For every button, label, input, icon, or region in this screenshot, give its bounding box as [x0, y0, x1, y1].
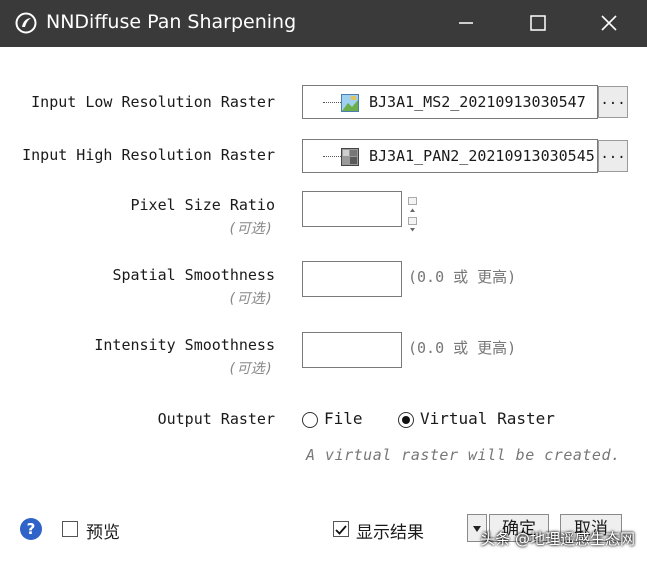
pixel-size-ratio-label: Pixel Size Ratio	[130, 196, 276, 214]
color-raster-icon	[341, 94, 359, 112]
envi-app-icon	[15, 12, 37, 34]
high-res-raster-field[interactable]: BJ3A1_PAN2_20210913030545	[302, 139, 598, 173]
dialog-body: Input Low Resolution Raster BJ3A1_MS2_20…	[0, 47, 647, 561]
intensity-smoothness-optional: (可选)	[228, 361, 273, 377]
output-virtual-raster-radio[interactable]	[398, 412, 414, 428]
low-res-raster-value: BJ3A1_MS2_20210913030547	[369, 93, 586, 111]
output-virtual-raster-label[interactable]: Virtual Raster	[420, 409, 555, 428]
tree-connector	[323, 102, 341, 103]
display-result-label[interactable]: 显示结果	[356, 518, 424, 543]
title-bar: NNDiffuse Pan Sharpening	[0, 0, 647, 47]
output-file-radio[interactable]	[302, 412, 318, 428]
output-raster-label: Output Raster	[157, 410, 275, 428]
maximize-button[interactable]	[523, 10, 553, 36]
spatial-smoothness-label: Spatial Smoothness	[112, 266, 275, 284]
close-button[interactable]	[594, 10, 624, 36]
spin-up-icon[interactable]	[408, 197, 417, 212]
tree-connector	[323, 156, 341, 157]
pixel-size-ratio-input[interactable]	[302, 191, 402, 227]
spin-down-icon[interactable]	[408, 217, 417, 232]
gray-raster-icon	[341, 148, 359, 166]
watermark-text: 头条 @地理遥感生态网	[480, 530, 635, 548]
window-title: NNDiffuse Pan Sharpening	[46, 11, 297, 33]
low-res-raster-label: Input Low Resolution Raster	[31, 93, 275, 111]
preview-checkbox[interactable]	[62, 521, 78, 537]
intensity-smoothness-label: Intensity Smoothness	[94, 336, 275, 354]
spatial-smoothness-optional: (可选)	[228, 291, 273, 307]
output-file-label[interactable]: File	[324, 409, 363, 428]
pixel-size-ratio-optional: (可选)	[228, 221, 273, 237]
display-result-checkbox[interactable]	[333, 521, 349, 537]
intensity-smoothness-input[interactable]	[302, 332, 402, 368]
high-res-browse-button[interactable]: ...	[598, 140, 628, 172]
low-res-browse-button[interactable]: ...	[598, 86, 628, 118]
high-res-raster-label: Input High Resolution Raster	[22, 146, 275, 164]
preview-label[interactable]: 预览	[86, 518, 120, 543]
low-res-raster-field[interactable]: BJ3A1_MS2_20210913030547	[302, 85, 598, 119]
minimize-button[interactable]	[450, 10, 480, 36]
help-icon[interactable]: ?	[20, 518, 42, 540]
output-raster-note: A virtual raster will be created.	[306, 446, 621, 464]
spatial-smoothness-hint: (0.0 或 更高)	[408, 268, 517, 286]
spatial-smoothness-input[interactable]	[302, 261, 402, 297]
intensity-smoothness-hint: (0.0 或 更高)	[408, 339, 517, 357]
high-res-raster-value: BJ3A1_PAN2_20210913030545	[369, 147, 595, 165]
